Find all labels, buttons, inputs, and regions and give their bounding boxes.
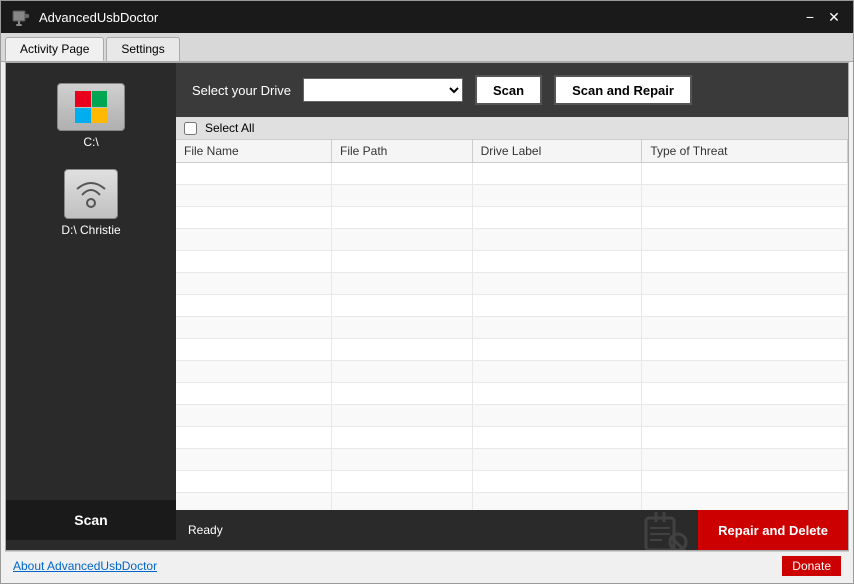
usb-drive-icon [72,175,110,213]
drive-selector-label: Select your Drive [192,83,291,98]
left-panel: C:\ D:\ Christie Scan [6,63,176,550]
file-list-header: Select All [176,117,848,140]
drive-label-d: D:\ Christie [61,223,120,237]
donate-button[interactable]: Donate [782,556,841,576]
table-row [176,207,848,229]
table-row [176,493,848,511]
right-panel: Select your Drive Scan Scan and Repair S… [176,63,848,550]
drive-selector-bar: Select your Drive Scan Scan and Repair [176,63,848,117]
status-text: Ready [176,510,634,550]
file-table-container: File Name File Path Drive Label Type of … [176,140,848,510]
flag-yellow [92,108,108,124]
table-row [176,251,848,273]
col-drive-label: Drive Label [472,140,642,163]
drive-item-c[interactable]: C:\ [6,73,176,159]
title-bar: AdvancedUsbDoctor − ✕ [1,1,853,33]
table-row [176,295,848,317]
windows-flag [75,91,107,123]
title-bar-controls: − ✕ [801,8,843,26]
table-row [176,427,848,449]
tabs-bar: Activity Page Settings [1,33,853,62]
col-file-name: File Name [176,140,332,163]
footer-bar: About AdvancedUsbDoctor Donate [5,551,849,579]
watermark-icon [642,510,690,551]
table-row [176,339,848,361]
col-type-threat: Type of Threat [642,140,848,163]
select-all-label: Select All [205,121,254,135]
table-header: File Name File Path Drive Label Type of … [176,140,848,163]
usb-icon-d [64,169,118,219]
col-file-path: File Path [332,140,473,163]
select-all-checkbox[interactable] [184,122,197,135]
table-row [176,273,848,295]
window-title: AdvancedUsbDoctor [39,10,158,25]
drive-item-d[interactable]: D:\ Christie [6,159,176,247]
flag-blue [75,108,91,124]
tab-settings[interactable]: Settings [106,37,179,61]
table-row [176,471,848,493]
flag-green [92,91,108,107]
table-body [176,163,848,511]
table-row [176,405,848,427]
table-row [176,383,848,405]
table-row [176,163,848,185]
drive-select[interactable] [303,78,463,102]
file-table: File Name File Path Drive Label Type of … [176,140,848,510]
close-button[interactable]: ✕ [825,8,843,26]
scan-and-repair-button[interactable]: Scan and Repair [554,75,692,105]
table-row [176,361,848,383]
scan-action-button[interactable]: Scan [475,75,542,105]
drive-label-c: C:\ [83,135,98,149]
title-bar-left: AdvancedUsbDoctor [11,7,158,27]
flag-red [75,91,91,107]
minimize-button[interactable]: − [801,8,819,26]
tab-activity-page[interactable]: Activity Page [5,37,104,61]
scan-button-left[interactable]: Scan [6,500,176,540]
main-window: AdvancedUsbDoctor − ✕ Activity Page Sett… [0,0,854,584]
app-icon [11,7,31,27]
hdd-icon-c [57,83,125,131]
table-row [176,317,848,339]
table-row [176,229,848,251]
content-area: C:\ D:\ Christie Scan [5,62,849,551]
table-row [176,185,848,207]
repair-delete-button[interactable]: Repair and Delete [698,510,848,550]
table-row [176,449,848,471]
status-bar: Ready Repair and Delete [176,510,848,550]
about-link[interactable]: About AdvancedUsbDoctor [13,559,157,573]
